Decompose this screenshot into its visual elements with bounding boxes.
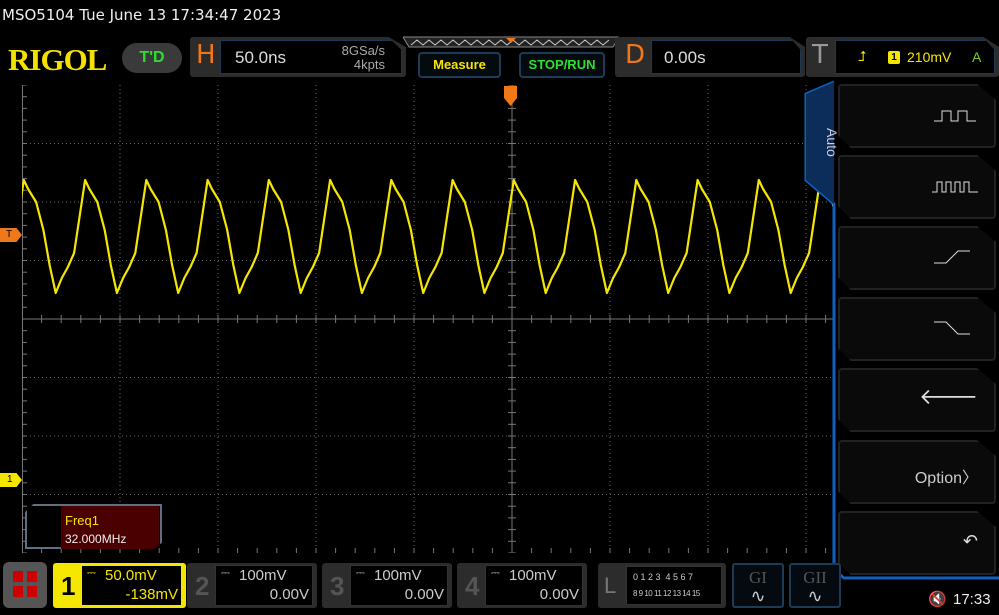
softkey-rise-edge[interactable] xyxy=(838,226,996,290)
run-status-badge[interactable]: T'D xyxy=(122,43,182,73)
softkey-option[interactable]: Option〉 xyxy=(838,440,996,504)
generator-1-button[interactable]: GI ∿ xyxy=(732,563,784,608)
clock: 17:33 xyxy=(953,591,991,608)
generator-2-button[interactable]: GII ∿ xyxy=(789,563,841,608)
softkey-back[interactable]: 🡐 xyxy=(838,368,996,432)
channel-offset: 0.00V xyxy=(539,586,579,603)
ch1-waveform xyxy=(22,178,834,295)
measurement-value: 32.000MHz xyxy=(65,532,127,546)
measure-button[interactable]: Measure xyxy=(418,52,501,78)
trigger-marker-label: T xyxy=(6,229,13,240)
undo-icon: ↶ xyxy=(962,531,978,551)
delay-panel[interactable]: D 0.00s xyxy=(615,37,805,77)
softkey-fall-edge[interactable] xyxy=(838,297,996,361)
channel-number: 4 xyxy=(465,571,480,601)
softkey-undo[interactable]: ↶ xyxy=(838,511,996,575)
ch1-offset-marker[interactable]: 1 xyxy=(0,473,22,487)
window-title: MSO5104 Tue June 13 17:34:47 2023 xyxy=(2,6,282,24)
delay-value: 0.00s xyxy=(664,48,706,67)
channel-number: 2 xyxy=(195,571,210,601)
trigger-level-marker[interactable]: T xyxy=(0,228,22,242)
delay-readout: 0.00s xyxy=(651,40,801,74)
sine-wave-icon: ∿ xyxy=(750,586,766,606)
dc-coupling-icon: ⎓ xyxy=(87,567,96,579)
channel-number: 3 xyxy=(330,571,345,601)
dc-coupling-icon: ⎓ xyxy=(491,567,500,579)
trigger-source-badge: 1 xyxy=(888,51,900,64)
multi-pulse-icon xyxy=(932,181,978,193)
channel-offset: -138mV xyxy=(125,586,178,603)
channel-1-button[interactable]: 1 ⎓ 50.0mV -138mV xyxy=(53,563,186,608)
rise-edge-icon xyxy=(934,250,970,264)
trigger-level: 210mV xyxy=(907,49,952,65)
memory-depth: 4kpts xyxy=(353,57,385,72)
navigation-menu-button[interactable] xyxy=(3,562,47,608)
channel-scale: 100mV xyxy=(374,567,422,584)
measurement-box[interactable]: Freq1 32.000MHz xyxy=(25,504,162,549)
softkey-single-pulse[interactable] xyxy=(838,84,996,148)
channel-scale: 100mV xyxy=(239,567,287,584)
logic-analyzer-button[interactable]: L 0 1 2 3 4 5 6 7 8 9 10 11 12 13 14 15 xyxy=(598,563,726,608)
horizontal-panel[interactable]: H 50.0ns 8GSa/s 4kpts xyxy=(190,37,406,77)
dc-coupling-icon: ⎓ xyxy=(221,567,230,579)
menu-tab-auto[interactable]: Auto xyxy=(805,128,840,157)
graticule xyxy=(22,85,834,553)
back-arrow-icon: 🡐 xyxy=(919,384,978,409)
logic-channels-row2: 8 9 10 11 12 13 14 15 xyxy=(633,589,700,598)
single-pulse-icon xyxy=(934,110,976,122)
channel-offset: 0.00V xyxy=(404,586,444,603)
speaker-muted-icon[interactable]: 🔇 xyxy=(928,590,947,608)
option-label: Option xyxy=(914,470,962,487)
logic-letter: L xyxy=(604,573,617,598)
rigol-logo: RIGOL xyxy=(8,42,107,77)
fall-edge-icon xyxy=(934,321,970,335)
waveform-overview-bar[interactable] xyxy=(403,36,619,48)
ch1-marker-label: 1 xyxy=(7,474,13,485)
stop-run-button[interactable]: STOP/RUN xyxy=(519,52,605,78)
trigger-readout: ⮥ 1 210mV A xyxy=(835,40,995,74)
channel-scale: 100mV xyxy=(509,567,557,584)
logic-channels-row1: 0 1 2 3 4 5 6 7 xyxy=(633,572,694,582)
channel-scale: 50.0mV xyxy=(105,567,157,584)
generator-1-label: GI xyxy=(749,568,767,587)
generator-2-label: GII xyxy=(803,568,827,587)
trigger-letter: T xyxy=(812,40,828,70)
trigger-mode: A xyxy=(972,49,982,65)
sine-wave-icon: ∿ xyxy=(807,586,823,606)
delay-letter: D xyxy=(625,40,646,70)
channel-4-button[interactable]: 4 ⎓ 100mV 0.00V xyxy=(457,563,587,608)
chevron-right-icon: 〉 xyxy=(961,470,978,487)
channel-number: 1 xyxy=(61,571,76,601)
measurement-label: Freq1 xyxy=(65,513,99,528)
trigger-panel[interactable]: T ⮥ 1 210mV A xyxy=(806,37,999,77)
timebase-value: 50.0ns xyxy=(235,48,287,67)
dc-coupling-icon: ⎓ xyxy=(356,567,365,579)
waveform-display[interactable] xyxy=(22,85,834,553)
channel-3-button[interactable]: 3 ⎓ 100mV 0.00V xyxy=(322,563,452,608)
horizontal-letter: H xyxy=(196,40,216,70)
sample-rate: 8GSa/s xyxy=(341,43,385,58)
grid-menu-icon xyxy=(13,571,37,597)
softkey-multi-pulse[interactable] xyxy=(838,155,996,219)
channel-2-button[interactable]: 2 ⎓ 100mV 0.00V xyxy=(187,563,317,608)
horizontal-readout: 50.0ns 8GSa/s 4kpts xyxy=(220,40,402,74)
rising-edge-icon: ⮥ xyxy=(858,48,867,64)
channel-offset: 0.00V xyxy=(269,586,309,603)
